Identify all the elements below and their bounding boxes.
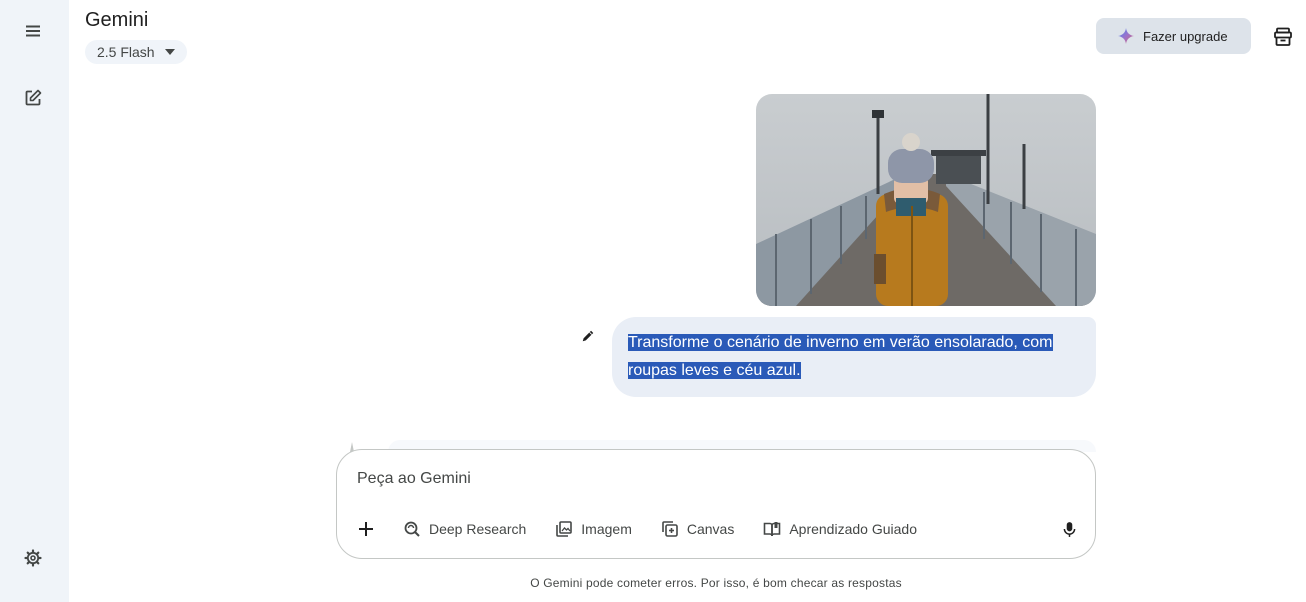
gemini-sparkle-icon <box>1118 28 1134 44</box>
pencil-icon <box>582 330 594 342</box>
tool-canvas[interactable]: Canvas <box>661 514 734 544</box>
uploaded-image[interactable] <box>756 94 1096 306</box>
canvas-icon <box>662 521 678 537</box>
deep-research-icon <box>404 521 420 537</box>
tool-row: Deep Research Imagem Canvas Aprendizado … <box>351 514 946 544</box>
disclaimer-text: O Gemini pode cometer erros. Por isso, é… <box>530 576 902 590</box>
prompt-input[interactable] <box>357 466 1057 492</box>
model-selector[interactable]: 2.5 Flash <box>85 40 187 64</box>
plus-icon <box>359 522 373 536</box>
app-title: Gemini <box>85 9 149 31</box>
edit-square-icon <box>25 89 42 106</box>
temporary-chat-button[interactable] <box>1270 24 1296 50</box>
add-files-button[interactable] <box>351 514 381 544</box>
user-message-text: Transforme o cenário de inverno em verão… <box>628 334 1053 379</box>
tool-canvas-label: Canvas <box>686 521 735 537</box>
tool-deep-research-label: Deep Research <box>429 521 527 537</box>
tool-guided-learning[interactable]: Aprendizado Guiado <box>763 514 917 544</box>
main-menu-button[interactable] <box>17 15 49 47</box>
user-message-bubble: Transforme o cenário de inverno em verão… <box>612 317 1096 397</box>
prompt-input-box: Deep Research Imagem Canvas <box>336 449 1096 559</box>
tool-guided-learning-label: Aprendizado Guiado <box>789 521 917 537</box>
guided-learning-icon <box>764 522 781 537</box>
upgrade-button[interactable]: Fazer upgrade <box>1096 18 1251 54</box>
hamburger-menu-icon <box>26 25 40 37</box>
upgrade-button-label: Fazer upgrade <box>1143 28 1228 44</box>
tool-image-label: Imagem <box>581 521 632 537</box>
model-selector-label: 2.5 Flash <box>97 44 155 60</box>
tool-image[interactable]: Imagem <box>555 514 632 544</box>
new-chat-button[interactable] <box>17 82 49 114</box>
microphone-icon <box>1063 521 1075 537</box>
tool-deep-research[interactable]: Deep Research <box>403 514 526 544</box>
chevron-down-icon <box>164 49 175 55</box>
image-gallery-icon <box>556 521 573 537</box>
archive-icon <box>1274 27 1292 46</box>
sidebar-rail <box>0 0 69 602</box>
winter-pier-photo <box>756 94 1096 306</box>
microphone-button[interactable] <box>1057 516 1081 542</box>
gear-icon <box>24 549 42 567</box>
settings-button[interactable] <box>17 542 49 574</box>
edit-prompt-button[interactable] <box>578 326 598 346</box>
